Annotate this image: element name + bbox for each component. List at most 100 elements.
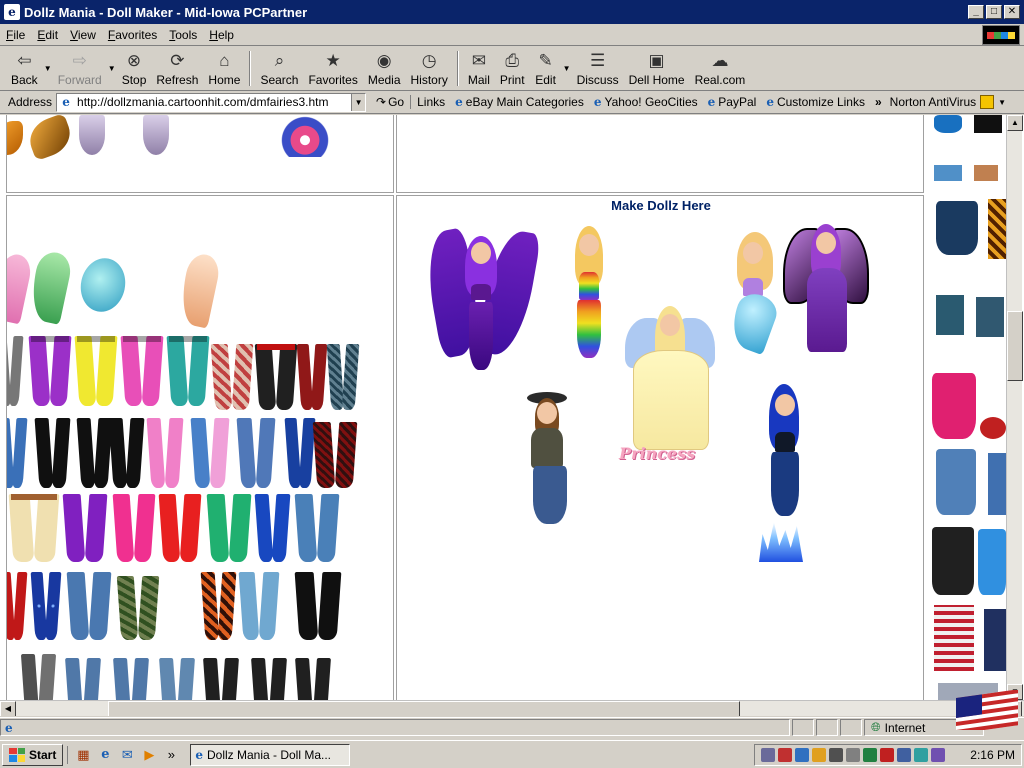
address-url[interactable]: http://dollzmania.cartoonhit.com/dmfairi… — [77, 95, 351, 109]
link-customize-links[interactable]: e Customize Links — [762, 95, 871, 109]
volume-icon[interactable] — [829, 748, 843, 762]
links-more-chevron[interactable]: » — [871, 95, 886, 109]
scroll-left-button[interactable]: ◀ — [0, 701, 16, 716]
feather-wing-item[interactable] — [143, 115, 169, 155]
skirt-item[interactable] — [974, 165, 998, 181]
search-button[interactable]: ⌕ Search — [255, 47, 303, 90]
pants-item[interactable] — [146, 418, 184, 488]
skirt-item[interactable] — [932, 373, 976, 439]
tray-icon[interactable] — [812, 748, 826, 762]
horizontal-scroll-thumb[interactable] — [108, 701, 740, 716]
pants-item[interactable] — [988, 453, 1006, 515]
pants-item[interactable] — [312, 422, 358, 488]
pants-item[interactable] — [74, 336, 118, 406]
blue-flames-item[interactable] — [759, 522, 803, 562]
home-button[interactable]: ⌂ Home — [203, 47, 245, 90]
discuss-button[interactable]: ☰ Discuss — [572, 47, 624, 90]
pants-item[interactable] — [936, 449, 976, 515]
menu-edit[interactable]: Edit — [31, 28, 64, 42]
norton-antivirus-label[interactable]: Norton AntiVirus — [886, 95, 981, 109]
scroll-up-button[interactable]: ▲ — [1007, 115, 1023, 131]
butterfly-wing-item[interactable] — [24, 115, 76, 162]
forward-button[interactable]: ⇨ Forward — [53, 47, 107, 90]
skirt-item[interactable] — [988, 199, 1006, 259]
link-yahoo-geocities[interactable]: e Yahoo! GeoCities — [590, 95, 704, 109]
tray-icon[interactable] — [846, 748, 860, 762]
clock[interactable]: 2:16 PM — [970, 748, 1015, 762]
skirts-frame[interactable] — [928, 115, 1006, 700]
pants-item[interactable] — [326, 344, 360, 410]
pants-item[interactable] — [116, 576, 160, 640]
pants-item[interactable] — [190, 418, 230, 488]
mermaid-tail-item[interactable] — [26, 249, 74, 325]
clothing-items-frame[interactable] — [6, 195, 394, 716]
pants-item[interactable] — [934, 605, 974, 671]
media-player-quick-launch-icon[interactable]: ▶ — [140, 746, 158, 764]
pants-item[interactable] — [158, 494, 202, 562]
back-button[interactable]: ⇦ Back — [6, 47, 43, 90]
pants-item[interactable] — [210, 344, 254, 410]
pants-item[interactable] — [166, 336, 210, 406]
cowgirl-doll[interactable] — [523, 390, 583, 526]
address-input[interactable]: e http://dollzmania.cartoonhit.com/dmfai… — [56, 92, 367, 112]
skirt-item[interactable] — [980, 417, 1006, 439]
mermaid-tail-item[interactable] — [7, 251, 34, 325]
forward-dropdown-button[interactable]: ▼ — [107, 47, 117, 90]
menu-help[interactable]: Help — [203, 28, 240, 42]
stop-button[interactable]: ⊗ Stop — [117, 47, 152, 90]
skirt-item[interactable] — [934, 165, 962, 181]
pants-item[interactable] — [294, 572, 342, 640]
pants-item[interactable] — [206, 494, 252, 562]
pants-item[interactable] — [236, 418, 276, 488]
pants-item[interactable] — [120, 336, 164, 406]
web-content[interactable]: Make Dollz Here Princess ▲ ◀ — [0, 115, 1024, 716]
tray-icon[interactable] — [863, 748, 877, 762]
pants-item[interactable] — [984, 609, 1006, 671]
taskbar-window-dollz-mania[interactable]: e Dollz Mania - Doll Ma... — [190, 743, 351, 766]
tray-icon[interactable] — [931, 748, 945, 762]
vertical-scrollbar[interactable]: ▲ ▼ — [1006, 115, 1023, 700]
star-wing-item[interactable] — [265, 115, 345, 157]
link-ebay[interactable]: e eBay Main Categories — [451, 95, 590, 109]
pants-item[interactable] — [30, 572, 62, 640]
go-button[interactable]: ↷ Go — [366, 95, 410, 109]
start-button[interactable]: Start — [2, 743, 64, 766]
maximize-button[interactable]: □ — [986, 5, 1002, 19]
print-button[interactable]: ⎙ Print — [495, 47, 530, 90]
skirt-item[interactable] — [934, 115, 962, 133]
skirt-item[interactable] — [974, 115, 1002, 133]
history-button[interactable]: ◷ History — [406, 47, 453, 90]
skirt-item[interactable] — [936, 201, 978, 255]
butterfly-doll[interactable] — [783, 224, 869, 354]
pants-item[interactable] — [108, 418, 144, 488]
edit-dropdown-button[interactable]: ▼ — [562, 47, 572, 90]
realcom-button[interactable]: ☁ Real.com — [690, 47, 751, 90]
link-paypal[interactable]: e PayPal — [704, 95, 763, 109]
pants-item[interactable] — [294, 494, 340, 562]
menu-tools[interactable]: Tools — [163, 28, 203, 42]
norton-dropdown-button[interactable]: ▼ — [998, 98, 1006, 107]
favorites-button[interactable]: ★ Favorites — [303, 47, 362, 90]
pants-item[interactable] — [8, 494, 60, 562]
skirt-item[interactable] — [976, 297, 1004, 337]
pants-item[interactable] — [254, 494, 290, 562]
tray-icon[interactable] — [795, 748, 809, 762]
pants-item[interactable] — [62, 494, 108, 562]
back-dropdown-button[interactable]: ▼ — [43, 47, 53, 90]
pants-item[interactable] — [296, 344, 328, 410]
menu-favorites[interactable]: Favorites — [102, 28, 163, 42]
dell-home-button[interactable]: ▣ Dell Home — [624, 47, 690, 90]
refresh-button[interactable]: ⟳ Refresh — [151, 47, 203, 90]
mermaid-tail-item[interactable] — [175, 251, 223, 329]
pants-item[interactable] — [284, 418, 316, 488]
pants-item[interactable] — [112, 494, 156, 562]
tray-icon[interactable] — [914, 748, 928, 762]
ie-quick-launch-icon[interactable]: e — [96, 746, 114, 764]
pants-item[interactable] — [200, 572, 236, 640]
horizontal-scrollbar[interactable]: ◀ ▶ — [0, 700, 1024, 716]
norton-icon[interactable] — [980, 95, 995, 109]
pants-item[interactable] — [66, 572, 112, 640]
pants-item[interactable] — [7, 572, 28, 640]
feather-wing-item[interactable] — [79, 115, 105, 155]
tray-icon[interactable] — [761, 748, 775, 762]
